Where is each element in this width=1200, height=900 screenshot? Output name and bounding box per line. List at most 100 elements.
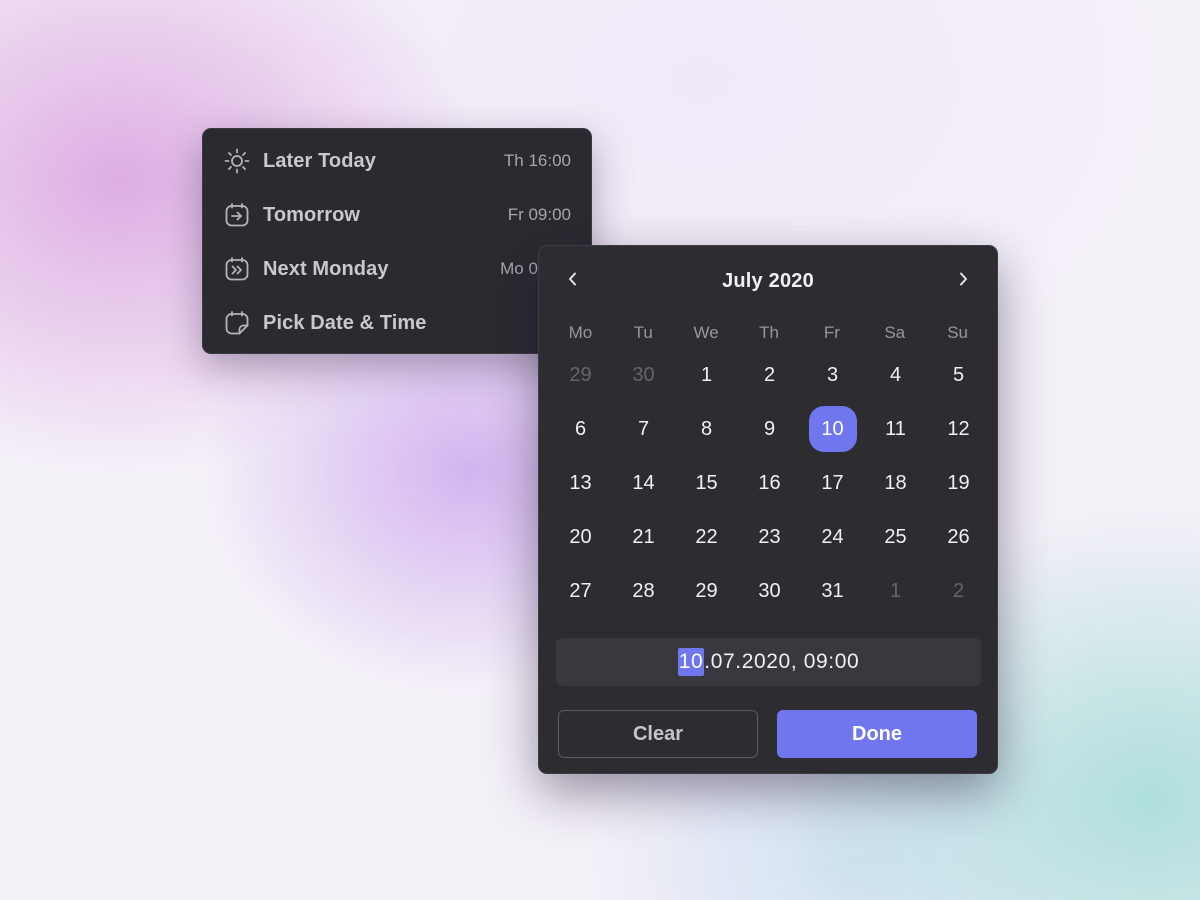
date-time-input[interactable]: 10.07.2020, 09:00 <box>556 638 981 686</box>
clear-button[interactable]: Clear <box>558 710 758 758</box>
calendar-day[interactable]: 22 <box>675 510 738 564</box>
calendar-day-label: 17 <box>821 471 844 494</box>
calendar-day-label: 16 <box>758 471 781 494</box>
weekday-header: Mo Tu We Th Fr Sa Su <box>549 318 989 348</box>
calendar-day-label: 3 <box>826 363 839 386</box>
calendar-day-label: 21 <box>632 525 655 548</box>
quick-date-menu: Later Today Th 16:00 Tomorrow Fr 09:00 N… <box>202 128 592 354</box>
calendar-day-label: 11 <box>885 417 906 440</box>
calendar-day-label: 10 <box>808 406 857 452</box>
calendar-day[interactable]: 5 <box>927 348 990 402</box>
menu-item-label: Pick Date & Time <box>263 311 427 334</box>
calendar-day[interactable]: 15 <box>675 456 738 510</box>
calendar-day-label: 14 <box>632 471 655 494</box>
calendar-day[interactable]: 23 <box>738 510 801 564</box>
calendar-day[interactable]: 1 <box>675 348 738 402</box>
calendar-day-label: 19 <box>947 471 970 494</box>
calendar-day[interactable]: 30 <box>612 348 675 402</box>
chevron-left-icon <box>566 271 580 292</box>
date-day-segment[interactable]: 10 <box>677 648 705 676</box>
calendar-day[interactable]: 9 <box>738 402 801 456</box>
calendar-day[interactable]: 28 <box>612 564 675 618</box>
calendar-day[interactable]: 3 <box>801 348 864 402</box>
calendar-day-label: 26 <box>947 525 970 548</box>
menu-item-time: Fr 09:00 <box>507 205 571 224</box>
calendar-day-label: 30 <box>758 579 781 602</box>
calendar-header: July 2020 <box>539 260 997 302</box>
calendar-day-label: 1 <box>700 363 713 386</box>
calendar-day-label: 30 <box>632 363 655 386</box>
weekday-label: Tu <box>633 323 653 342</box>
calendar-day[interactable]: 19 <box>927 456 990 510</box>
calendar-day[interactable]: 4 <box>864 348 927 402</box>
chevron-right-icon <box>956 271 970 292</box>
menu-item-tomorrow[interactable]: Tomorrow Fr 09:00 <box>203 188 591 242</box>
calendar-day[interactable]: 16 <box>738 456 801 510</box>
next-month-button[interactable] <box>949 267 977 295</box>
calendar-day-label: 13 <box>569 471 592 494</box>
calendar-day[interactable]: 24 <box>801 510 864 564</box>
menu-item-label: Tomorrow <box>263 203 361 226</box>
calendar-day-label: 4 <box>889 363 902 386</box>
calendar-day[interactable]: 25 <box>864 510 927 564</box>
calendar-day[interactable]: 1 <box>864 564 927 618</box>
calendar-day[interactable]: 14 <box>612 456 675 510</box>
calendar-day-label: 9 <box>763 417 776 440</box>
menu-item-next-monday[interactable]: Next Monday Mo 09:00 <box>203 242 591 296</box>
calendar-day-label: 2 <box>952 579 965 602</box>
calendar-day-label: 25 <box>884 525 907 548</box>
calendar-day-label: 2 <box>763 363 776 386</box>
sun-icon <box>223 147 251 175</box>
calendar-day-label: 18 <box>884 471 907 494</box>
calendar-day-label: 1 <box>889 579 902 602</box>
day-grid: 29 30 1 2 3 4 5 6 7 8 9 10 11 12 13 14 15 16 17 18 19 20 21 22 2… <box>549 348 990 618</box>
calendar-day-label: 27 <box>569 579 592 602</box>
calendar-day-label: 29 <box>569 363 592 386</box>
menu-item-later-today[interactable]: Later Today Th 16:00 <box>203 134 591 188</box>
calendar-day[interactable]: 31 <box>801 564 864 618</box>
calendar-day[interactable]: 17 <box>801 456 864 510</box>
calendar-day-label: 15 <box>695 471 718 494</box>
date-rest-segment[interactable]: .07.2020, 09:00 <box>704 650 859 674</box>
calendar-day[interactable]: 11 <box>864 402 927 456</box>
calendar-day-label: 22 <box>695 525 718 548</box>
calendar-day[interactable]: 29 <box>675 564 738 618</box>
calendar-day-label: 5 <box>952 363 965 386</box>
calendar-day[interactable]: 21 <box>612 510 675 564</box>
calendar-day[interactable]: 6 <box>549 402 612 456</box>
calendar-day-label: 24 <box>821 525 844 548</box>
calendar-day-label: 20 <box>569 525 592 548</box>
calendar-day-label: 23 <box>758 525 781 548</box>
weekday-label: Th <box>759 323 779 342</box>
menu-item-label: Next Monday <box>263 257 389 280</box>
calendar-day[interactable]: 29 <box>549 348 612 402</box>
weekday-label: Fr <box>823 323 840 342</box>
date-picker-popup: July 2020 Mo Tu We Th Fr Sa Su 29 30 1 2 3 4 5… <box>538 245 998 774</box>
month-title: July 2020 <box>722 270 814 292</box>
weekday-label: Mo <box>568 323 593 342</box>
calendar-day-label: 6 <box>574 417 587 440</box>
calendar-day[interactable]: 26 <box>927 510 990 564</box>
calendar-arrow-icon <box>223 201 251 229</box>
previous-month-button[interactable] <box>559 267 587 295</box>
calendar-day-label: 12 <box>947 417 970 440</box>
calendar-day-selected[interactable]: 10 <box>801 402 864 456</box>
menu-item-time: Th 16:00 <box>503 151 571 170</box>
calendar-day-label: 28 <box>632 579 655 602</box>
calendar-day[interactable]: 30 <box>738 564 801 618</box>
weekday-label: Sa <box>884 323 906 342</box>
calendar-day[interactable]: 13 <box>549 456 612 510</box>
menu-item-pick-date-time[interactable]: Pick Date & Time <box>203 296 591 350</box>
calendar-day[interactable]: 7 <box>612 402 675 456</box>
calendar-day[interactable]: 2 <box>738 348 801 402</box>
calendar-day[interactable]: 12 <box>927 402 990 456</box>
calendar-day[interactable]: 18 <box>864 456 927 510</box>
weekday-label: Su <box>947 323 968 342</box>
calendar-day[interactable]: 20 <box>549 510 612 564</box>
calendar-note-icon <box>223 309 251 337</box>
calendar-day[interactable]: 2 <box>927 564 990 618</box>
calendar-day-label: 29 <box>695 579 718 602</box>
calendar-day[interactable]: 27 <box>549 564 612 618</box>
done-button[interactable]: Done <box>777 710 977 758</box>
calendar-day[interactable]: 8 <box>675 402 738 456</box>
